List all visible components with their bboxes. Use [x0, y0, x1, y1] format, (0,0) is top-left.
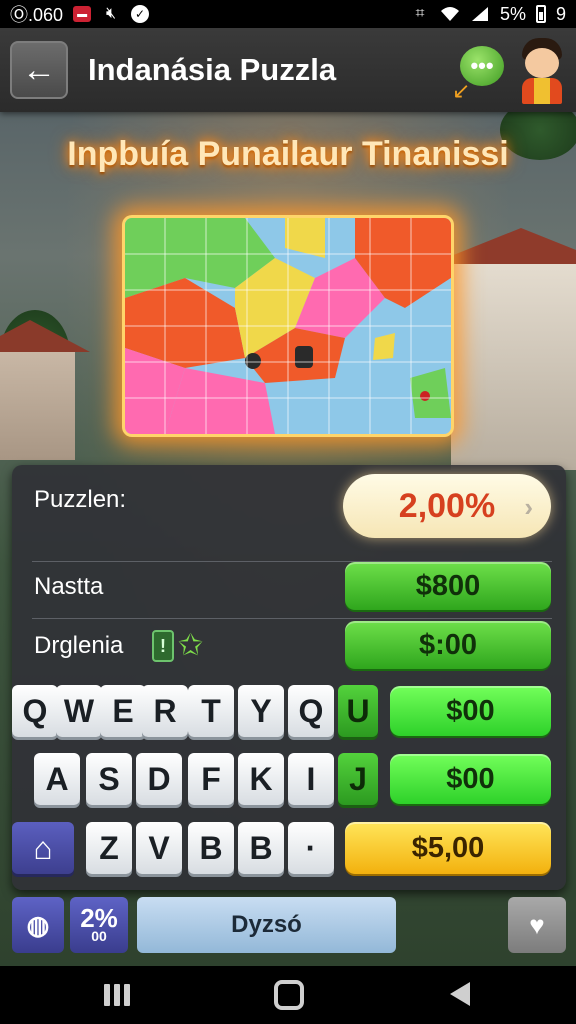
key-u[interactable]: U [338, 685, 378, 737]
row-value-drglenia-button[interactable]: $:00 [345, 621, 551, 669]
vibrate-icon: ⌗ [415, 5, 425, 22]
divider [32, 618, 552, 619]
arrow-icon: ↙ [452, 78, 471, 103]
symbols-button[interactable]: 2% 00 [70, 897, 128, 953]
home-icon[interactable] [274, 980, 304, 1010]
wifi-icon [440, 5, 460, 23]
row-value-3: $00 [446, 694, 495, 727]
key-b-2[interactable]: B [238, 822, 284, 874]
shift-key[interactable]: ⌂ [12, 822, 74, 874]
progress-label: Puzzlen: [34, 486, 127, 513]
key-z[interactable]: Z [86, 822, 132, 874]
avatar-face [525, 48, 559, 78]
symbols-sub-label: 00 [91, 928, 107, 945]
heart-icon: ♥ [529, 909, 545, 940]
back-triangle-icon[interactable] [450, 982, 470, 1006]
chat-dots: ••• [470, 53, 494, 78]
puzzle-map-image [125, 218, 451, 434]
avatar[interactable] [518, 38, 566, 104]
row-label-drglenia: Drglenia [34, 632, 124, 659]
row-value-3-button[interactable]: $00 [390, 686, 551, 736]
row-value-nastta: $800 [415, 569, 481, 602]
notification-icon: ▬ [73, 6, 92, 22]
key-q[interactable]: Q [12, 685, 58, 737]
key-s[interactable]: S [86, 753, 132, 805]
key-i[interactable]: I [288, 753, 334, 805]
progress-value: 2,00% [398, 486, 496, 525]
message-icon: ✓ [131, 5, 150, 23]
status-time: Ⓞ.060 [10, 5, 64, 25]
mute-icon: 🔇︎ [106, 5, 117, 22]
key-w[interactable]: W [56, 685, 102, 737]
status-bar: Ⓞ.060 ▬ 🔇︎ ✓ ⌗ 5% 9 [0, 0, 576, 28]
key-q-2[interactable]: Q [288, 685, 334, 737]
row-value-4: $00 [446, 762, 495, 795]
row-value-5-button[interactable]: $5,00 [345, 822, 551, 874]
progress-value-pill[interactable]: 2,00% › [343, 474, 551, 538]
row-label-nastta: Nastta [34, 573, 104, 600]
key-e[interactable]: E [100, 685, 146, 737]
key-k[interactable]: K [238, 753, 284, 805]
app-header: ← Indanásia Puzzla ••• ↙ [0, 28, 576, 112]
star-icon: ✩ [178, 629, 204, 662]
alert-badge: ! [152, 630, 174, 662]
house-right [431, 228, 576, 470]
back-button[interactable]: ← [10, 41, 68, 99]
key-t[interactable]: T [188, 685, 234, 737]
battery-level: 9 [555, 3, 566, 24]
battery-icon [535, 5, 546, 23]
key-b[interactable]: B [188, 822, 234, 874]
row-value-5: $5,00 [411, 831, 485, 864]
key-dot[interactable]: · [288, 822, 334, 874]
chevron-right-icon: › [524, 492, 533, 522]
row-value-nastta-button[interactable]: $800 [345, 562, 551, 610]
key-f[interactable]: F [188, 753, 234, 805]
space-bar[interactable]: Dyzsó [137, 897, 396, 953]
battery-percent: 5% [499, 3, 526, 24]
puzzle-map[interactable] [122, 215, 454, 437]
symbols-label: 2% [80, 903, 118, 933]
recent-apps-icon[interactable] [104, 984, 130, 1006]
puzzle-title: Inpbuía Punailaur Tinanissi [67, 135, 509, 173]
key-j[interactable]: J [338, 753, 378, 805]
key-d[interactable]: D [136, 753, 182, 805]
key-v[interactable]: V [136, 822, 182, 874]
house-left [0, 320, 90, 460]
favorite-button[interactable]: ♥ [508, 897, 566, 953]
system-nav-bar [0, 966, 576, 1024]
key-a[interactable]: A [34, 753, 80, 805]
page-title: Indanásia Puzzla [88, 52, 337, 87]
shift-icon: ⌂ [33, 829, 53, 866]
globe-icon: ◍ [26, 909, 50, 940]
row-value-drglenia: $:00 [418, 628, 478, 661]
space-bar-label: Dyzsó [231, 911, 302, 938]
back-arrow-icon: ← [22, 50, 56, 89]
key-y[interactable]: Y [238, 685, 284, 737]
avatar-shirt [534, 78, 550, 104]
signal-icon [470, 5, 490, 23]
language-button[interactable]: ◍ [12, 897, 64, 953]
key-r[interactable]: R [142, 685, 188, 737]
row-value-4-button[interactable]: $00 [390, 754, 551, 804]
